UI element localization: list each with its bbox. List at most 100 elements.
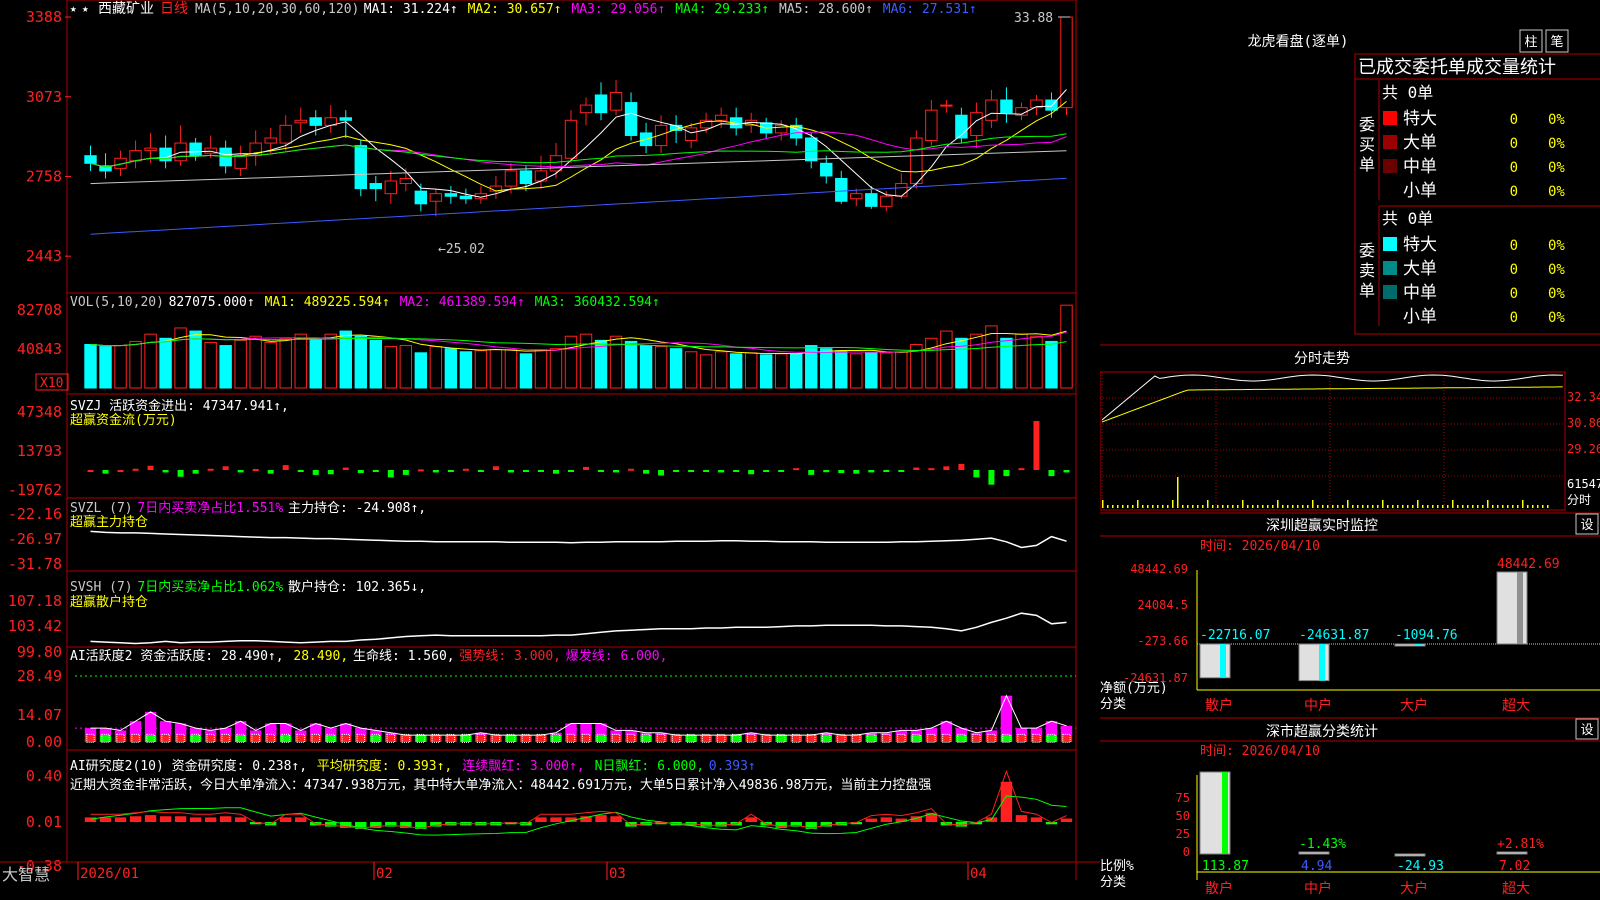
vol-bar-43 <box>729 353 743 389</box>
candle-36 <box>624 102 638 136</box>
buy-side-char: 委 <box>1359 115 1375 134</box>
flow-bar-10 <box>237 470 244 473</box>
activity-bar-top-61 <box>1000 695 1013 736</box>
ai1-axis-label: 0.00 <box>26 733 62 751</box>
research-bar-0 <box>84 817 97 822</box>
vol-bar-16 <box>324 333 337 389</box>
classify-bar-大户 <box>1394 853 1426 857</box>
activity-bar-top-32 <box>565 723 577 736</box>
intraday-vol-bar <box>1207 500 1209 508</box>
ai1-header-4: 爆发线: 6.000, <box>566 648 668 664</box>
intraday-vol-bar <box>1362 505 1364 508</box>
vol-bar-30 <box>534 349 548 389</box>
vol-axis-label: 40843 <box>17 340 62 358</box>
flow-bar-34 <box>598 470 605 472</box>
monitor-bar-shade <box>1319 644 1325 681</box>
sell-swatch-2 <box>1383 285 1397 299</box>
intraday-vol-bar <box>1382 500 1384 508</box>
svzj-header2-0: 超赢资金流(万元) <box>70 412 177 428</box>
activity-bar-top-33 <box>580 723 592 736</box>
main-chart-area[interactable]: 3388 3073 2758 2443 33.88 ←25.02 ★ ★ 西藏矿业 日线 MA(5,… <box>0 0 1100 900</box>
intraday-avg-line <box>1101 386 1563 423</box>
candle-48 <box>805 137 818 162</box>
vol-bar-0 <box>84 344 97 389</box>
intraday-vol-bar <box>1502 505 1504 508</box>
flow-bar-46 <box>778 470 785 472</box>
monitor-y-label: 24084.5 <box>1137 598 1188 612</box>
flow-bar-14 <box>297 470 304 472</box>
intraday-vol-bar <box>1117 505 1119 508</box>
intraday-vol-bar <box>1392 505 1394 508</box>
flow-bar-39 <box>673 470 680 472</box>
svzj-axis-label: 13793 <box>17 442 62 460</box>
vol-bar-42 <box>714 351 728 389</box>
svzj-header-0: SVZJ 活跃资金进出: 47347.941↑, <box>70 398 289 414</box>
buy-side-char: 买 <box>1359 135 1375 154</box>
intraday-vol-bar <box>1147 505 1149 508</box>
vol-bar-40 <box>684 351 698 389</box>
date-label: 2026/01 <box>80 866 139 882</box>
intraday-vol-bar <box>1152 505 1154 508</box>
candle-14 <box>294 119 307 124</box>
monitor-bar-label: -24631.87 <box>1299 628 1369 643</box>
period-label: 日线 <box>160 1 188 17</box>
right-panel[interactable]: 龙虎看盘(逐单) 柱笔已成交委托单成交量统计委买单共 0单特大 0 0%大单 0 0%中单… <box>1100 0 1600 900</box>
candle-33 <box>579 104 593 114</box>
sell-row-label: 中单 <box>1403 283 1437 303</box>
price-axis-label: 3073 <box>26 88 62 106</box>
research-avg-line <box>90 795 1067 836</box>
intraday-vol-bar <box>1287 505 1289 508</box>
vol-bar-52 <box>865 352 878 389</box>
intraday-label: 61547 <box>1567 477 1600 491</box>
ai2-header-1: 平均研究度: 0.393↑, <box>317 758 452 774</box>
vol-bar-56 <box>925 337 938 389</box>
sell-row-value: 0 <box>1510 238 1518 254</box>
vol-bar-8 <box>204 341 217 389</box>
monitor-title: 深圳超赢实时监控 <box>1266 517 1378 534</box>
candle-17 <box>339 117 352 121</box>
research-bar-41 <box>700 822 712 827</box>
intraday-vol-bar <box>1342 505 1344 508</box>
intraday-title: 分时走势 <box>1294 351 1350 367</box>
vol-bar-41 <box>699 354 713 389</box>
flow-bar-28 <box>507 470 514 473</box>
vol-header-4: MA3: 360432.594↑ <box>535 295 660 310</box>
sell-row-pct: 0% <box>1548 286 1565 302</box>
research-bar-6 <box>174 816 187 822</box>
candle-40 <box>684 127 698 142</box>
flow-bar-63 <box>1033 421 1040 470</box>
candle-55 <box>910 137 923 185</box>
monitor-bar-shade <box>1517 572 1523 644</box>
vol-bar-50 <box>835 350 848 389</box>
vol-bar-29 <box>519 353 533 389</box>
flow-bar-27 <box>492 466 499 470</box>
flow-bar-37 <box>643 470 650 474</box>
ai1-header-3: 强势线: 3.000, <box>459 648 561 664</box>
intraday-vol-bar <box>1517 505 1519 508</box>
monitor-y-label: 48442.69 <box>1130 562 1188 576</box>
intraday-vol-bar <box>1217 505 1219 508</box>
monitor-bar-label: -1094.76 <box>1395 628 1458 643</box>
svsh-axis-label: 103.42 <box>8 617 62 635</box>
candle-34 <box>594 94 608 114</box>
vol-bar-46 <box>774 353 788 389</box>
candle-0 <box>84 155 97 164</box>
vol-bar-27 <box>489 349 503 389</box>
price-axis-label: 2758 <box>26 167 62 185</box>
intraday-unit: 分时 <box>1567 493 1591 507</box>
svzj-axis-label: -19762 <box>8 481 62 499</box>
svsh-header-0: SVSH (7) <box>70 580 133 595</box>
flow-bar-41 <box>703 470 710 472</box>
flow-bar-33 <box>583 466 590 470</box>
monitor-cat-label: 中户 <box>1304 697 1332 714</box>
flow-bar-19 <box>372 470 379 472</box>
intraday-vol-bar <box>1322 505 1324 508</box>
vol-bar-64 <box>1045 340 1058 389</box>
flow-bar-25 <box>462 468 469 471</box>
candle-19 <box>369 183 383 190</box>
intraday-vol-bar <box>1512 505 1514 508</box>
intraday-vol-bar <box>1307 505 1309 508</box>
vol-bar-13 <box>279 337 292 389</box>
intraday-vol-bar <box>1142 505 1144 508</box>
candle-31 <box>549 155 563 172</box>
